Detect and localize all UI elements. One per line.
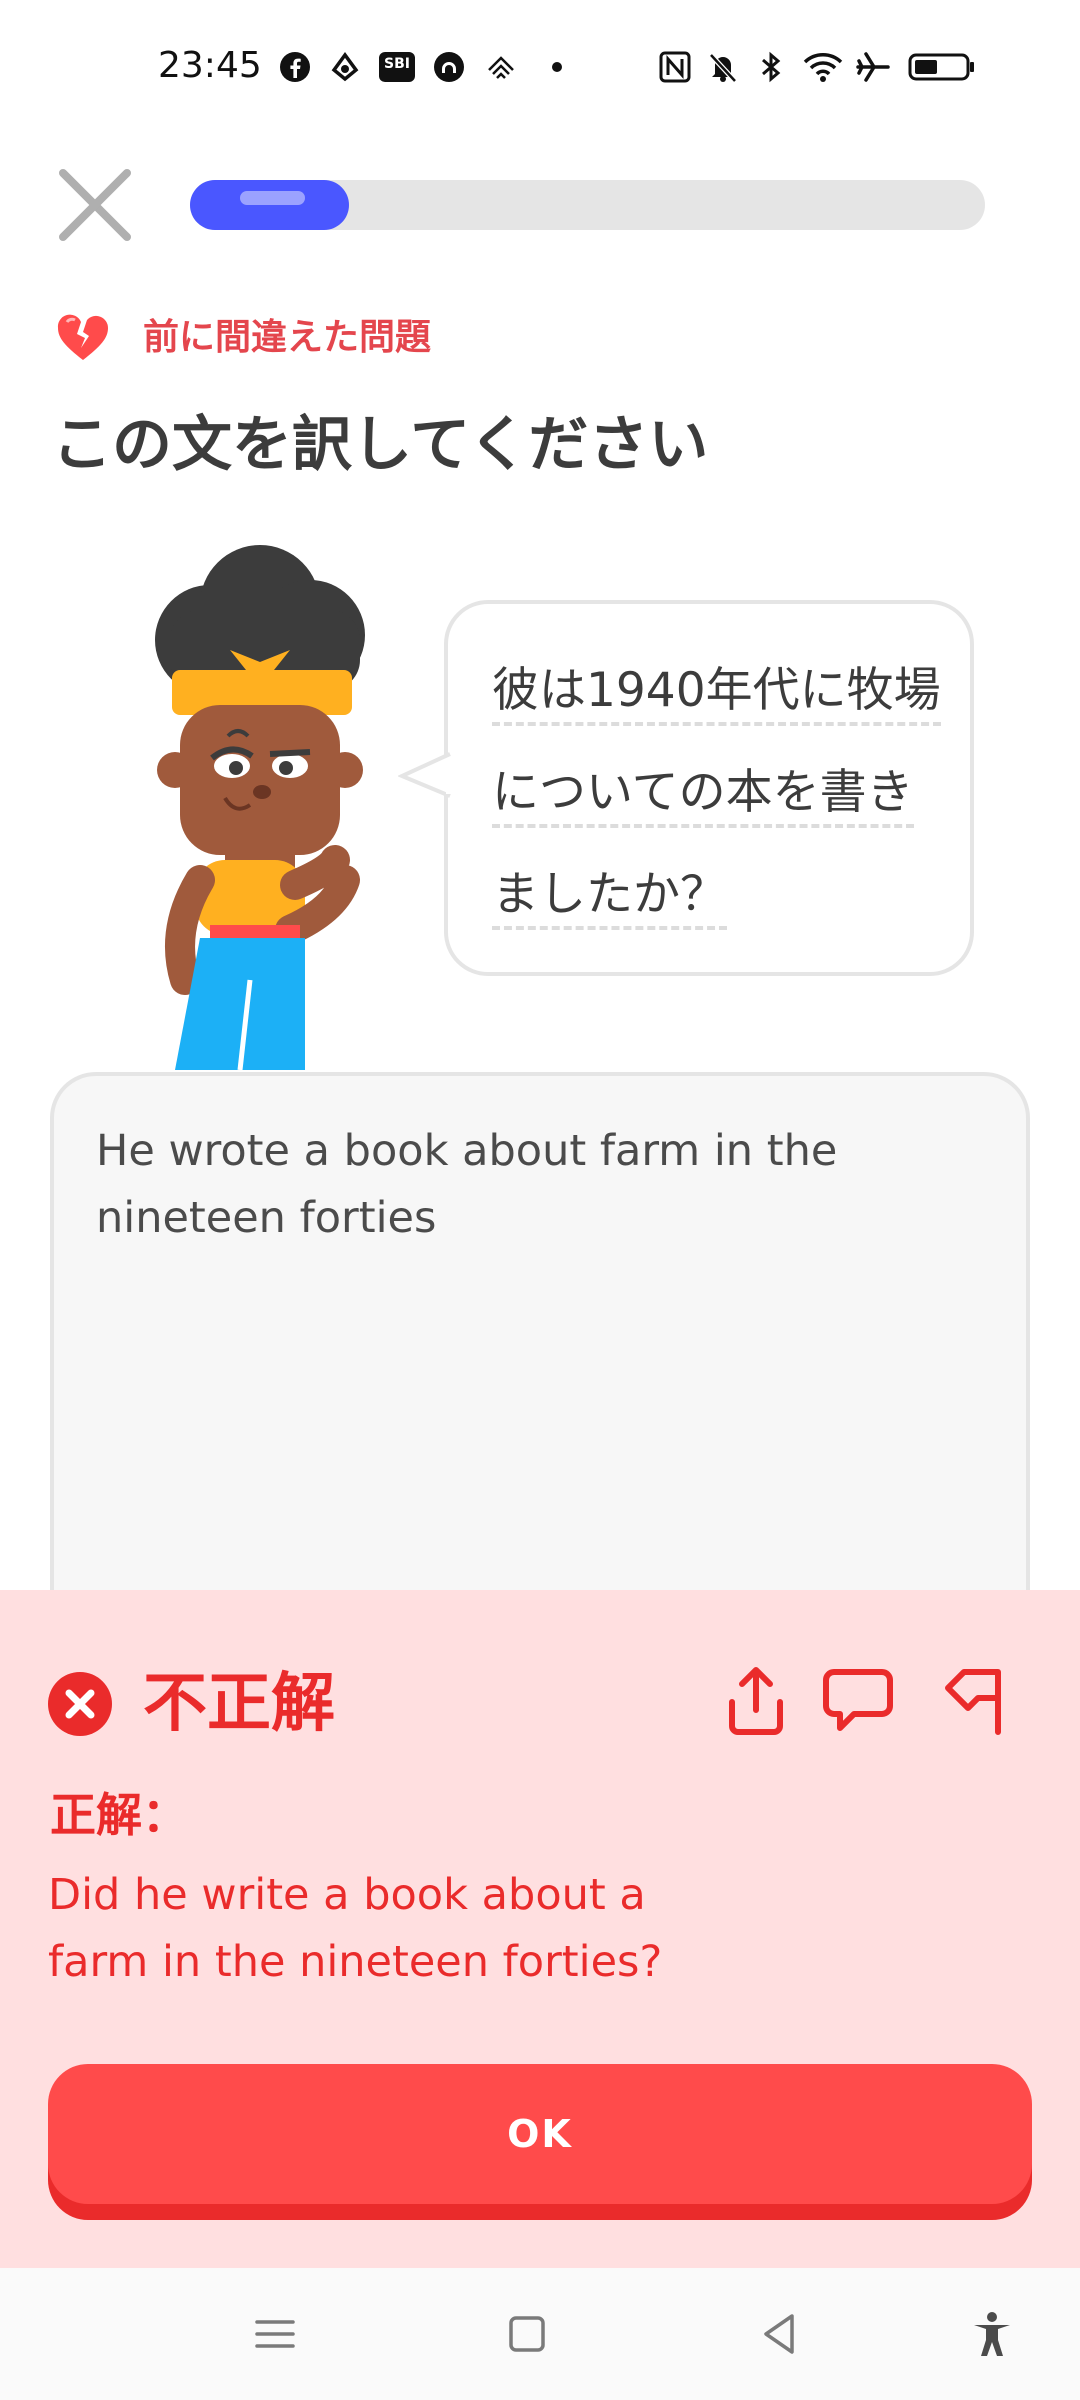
app-icon (328, 50, 362, 84)
answer-text: He wrote a book about farm in the ninete… (96, 1126, 838, 1243)
app-icon (484, 50, 518, 84)
prompt-sentence-line[interactable]: 彼は1940年代に牧場 (492, 663, 941, 726)
airplane-icon (856, 50, 890, 84)
app-circle-icon (432, 50, 466, 84)
previous-mistake-label: 前に間違えた問題 (143, 317, 432, 358)
prompt-sentence-line[interactable]: についての本を書き (492, 765, 914, 828)
facebook-icon (278, 50, 312, 84)
sbi-icon-label: SBI (384, 56, 410, 72)
close-icon[interactable] (55, 165, 135, 245)
dot-icon (540, 50, 574, 84)
progress-bar-highlight (240, 191, 305, 205)
report-flag-icon[interactable] (938, 1662, 1014, 1738)
broken-heart-icon (55, 310, 111, 366)
speech-bubble-tail (397, 752, 454, 800)
correct-answer-label: 正解： (50, 1788, 188, 1842)
feedback-title: 不正解 (143, 1667, 335, 1741)
share-icon[interactable] (718, 1662, 794, 1738)
back-triangle-icon[interactable] (756, 2310, 804, 2358)
status-time: 23:45 (158, 45, 262, 86)
wifi-icon (802, 50, 844, 84)
character-illustration (140, 540, 380, 1071)
instruction-title: この文を訳してください (52, 410, 709, 480)
comment-icon[interactable] (820, 1662, 896, 1738)
correct-answer-text: Did he write a book about a farm in the … (48, 1870, 663, 1987)
sbi-icon: SBI (378, 50, 416, 84)
incorrect-icon (48, 1672, 112, 1736)
bell-muted-icon (706, 50, 740, 84)
home-square-icon[interactable] (503, 2310, 551, 2358)
nfc-icon (658, 50, 692, 84)
menu-icon[interactable] (251, 2310, 299, 2358)
ok-button[interactable]: OK (48, 2064, 1032, 2204)
battery-icon (908, 50, 976, 84)
prompt-sentence: 彼は1940年代に牧場 についての本を書き ましたか？ (492, 640, 952, 946)
accessibility-icon[interactable] (968, 2310, 1016, 2358)
bluetooth-icon (754, 50, 788, 84)
prompt-sentence-line[interactable]: ましたか？ (492, 867, 727, 930)
progress-bar-fill (190, 180, 349, 230)
